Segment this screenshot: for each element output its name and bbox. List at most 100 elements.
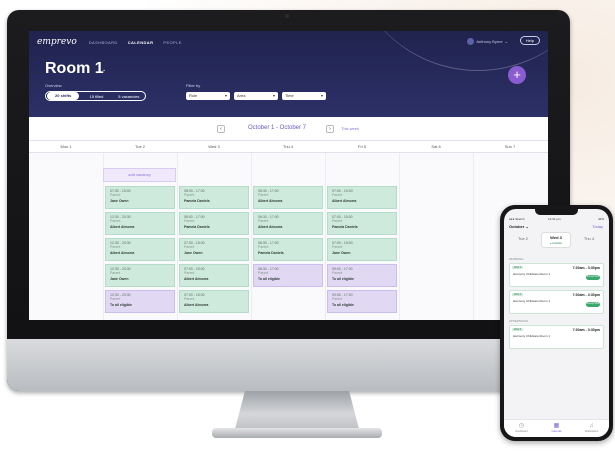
filled-shift-card[interactable]: 07:00 - 15:00 Parent Jane Owen <box>327 238 397 261</box>
shift-name: Pamela Daniels <box>332 224 358 229</box>
shift-name: Albert Almorra <box>258 224 283 229</box>
vacancy-shift-card[interactable]: 09:00 - 17:00 Parent To all eligible <box>327 264 397 287</box>
page-title[interactable]: Room 1 <box>45 60 104 78</box>
filter-area-select[interactable]: Area ▾ <box>234 92 278 100</box>
header-banner: emprevo DASHBOARD CALENDAR PEOPLE Anthon… <box>29 31 548 117</box>
phone-tab-dashboard[interactable]: ◷ Dashboard <box>504 420 539 437</box>
filled-shift-card[interactable]: 12:30 - 20:30 Parent Albert Almorra <box>105 238 175 261</box>
vacancy-shift-card[interactable]: 06:30 - 17:00 Parent To all eligible <box>253 264 323 287</box>
shift-role: Parent <box>184 193 195 198</box>
accept-shift-button[interactable]: Accept Shift <box>586 275 600 280</box>
phone-day-tab-selected[interactable]: Wed 3 <box>541 232 571 248</box>
filled-shift-card[interactable]: 07:00 - 15:00 Parent Pamela Daniels <box>327 212 397 235</box>
phone-tab-notifications[interactable]: ♫ Notifications <box>574 420 609 437</box>
phone-day-tab[interactable]: Thu 4 <box>574 236 604 241</box>
shift-role: Parent <box>184 245 195 250</box>
prev-week-button[interactable]: ‹ <box>217 125 225 133</box>
shift-name: Pamela Daniels <box>184 198 210 203</box>
phone-tab-calendar[interactable]: ▦ Calendar <box>539 420 574 437</box>
overview-tab-filled[interactable]: 15 filled <box>80 94 112 99</box>
monitor-stand <box>235 391 359 429</box>
user-name: Anthony Byrne <box>476 39 503 44</box>
chevron-down-icon: ⌄ <box>504 39 508 44</box>
column-divider <box>177 153 178 320</box>
filled-shift-card[interactable]: 07:00 - 15:00 Parent Albert Almorra <box>327 186 397 209</box>
dashboard-icon: ◷ <box>518 423 525 429</box>
shift-role: Parent <box>110 297 121 302</box>
filter-time-select[interactable]: Time ▾ <box>282 92 326 100</box>
filled-shift-card[interactable]: 12:30 - 20:30 Parent Albert Almorra <box>105 212 175 235</box>
shift-name: To all eligible <box>110 302 132 307</box>
phone-today-link[interactable]: Today <box>592 224 603 229</box>
filter-label: Filter by <box>186 83 201 88</box>
filled-shift-card[interactable]: 07:00 - 15:00 Parent Albert Almorra <box>179 290 249 313</box>
monitor-screen: emprevo DASHBOARD CALENDAR PEOPLE Anthon… <box>29 31 548 320</box>
shift-name: Albert Almorra <box>332 198 357 203</box>
overview-tab-vacancies[interactable]: 5 vacancies <box>113 94 145 99</box>
nav-dashboard[interactable]: DASHBOARD <box>89 40 118 45</box>
filled-shift-card[interactable]: 06:30 - 17:00 Parent Albert Almorra <box>253 212 323 235</box>
phone-card-place: Harmony Childcare Room 1 <box>513 299 551 303</box>
shift-name: Albert Almorra <box>110 224 135 229</box>
filled-shift-card[interactable]: 08:00 - 17:00 Parent Pamela Daniels <box>179 212 249 235</box>
this-week-link[interactable]: This week <box>341 126 359 131</box>
phone-month-select[interactable]: October ⌄ <box>509 224 529 229</box>
next-week-button[interactable]: › <box>326 125 334 133</box>
accept-shift-button[interactable]: Accept Shift <box>586 302 600 307</box>
phone-shift-card[interactable]: Wed 3 7:30am - 3:30pm Harmony Childcare … <box>509 263 604 287</box>
filled-shift-card[interactable]: 06:30 - 17:00 Parent Albert Almorra <box>253 186 323 209</box>
top-navigation: emprevo DASHBOARD CALENDAR PEOPLE <box>37 37 182 47</box>
phone-card-time: 7:30am - 3:30pm <box>572 328 600 332</box>
filled-shift-card[interactable]: 06:30 - 17:00 Parent Pamela Daniels <box>253 238 323 261</box>
shift-role: Parent <box>258 219 269 224</box>
shift-name: Pamela Daniels <box>258 250 284 255</box>
add-shift-button[interactable]: + <box>508 66 526 84</box>
nav-calendar[interactable]: CALENDAR <box>128 40 154 45</box>
bell-icon: ♫ <box>589 423 594 429</box>
filled-shift-card[interactable]: 12:30 - 20:30 Parent Jane Owen <box>105 264 175 287</box>
filled-shift-card[interactable]: 07:00 - 15:00 Parent Albert Almorra <box>179 264 249 287</box>
filled-shift-card[interactable]: 07:30 - 15:00 Parent Jane Owen <box>105 186 175 209</box>
add-vacancy-button[interactable]: add vacancy <box>103 168 176 182</box>
chevron-down-icon: ▾ <box>272 93 275 98</box>
overview-tab-shifts[interactable]: 20 shifts <box>47 92 80 100</box>
filter-role-value: Role <box>189 93 198 98</box>
day-header: Wed 3 <box>208 144 220 149</box>
filter-role-select[interactable]: Role ▾ <box>186 92 230 100</box>
week-range-label: October 1 - October 7 <box>247 125 307 131</box>
filter-time-value: Time <box>285 93 294 98</box>
vacancy-shift-card[interactable]: 12:30 - 20:30 Parent To all eligible <box>105 290 175 313</box>
column-divider <box>399 153 400 320</box>
app-logo[interactable]: emprevo <box>37 37 77 47</box>
shift-name: Jane Owen <box>184 250 203 255</box>
shift-role: Parent <box>332 297 343 302</box>
filled-shift-card[interactable]: 07:00 - 15:00 Parent Jane Owen <box>179 238 249 261</box>
user-menu[interactable]: Anthony Byrne ⌄ <box>467 38 508 45</box>
phone-card-tag: Wed 3 <box>512 293 524 296</box>
room-chevron-down-icon[interactable]: ⌄ <box>102 67 106 73</box>
phone-shift-card[interactable]: Wed 3 7:30am - 3:30pm Harmony Childcare … <box>509 290 604 314</box>
phone-shift-card[interactable]: Wed 3 7:30am - 3:30pm Harmony Childcare … <box>509 325 604 349</box>
phone-card-place: Harmony Childcare Room 1 <box>513 334 551 338</box>
shift-name: Albert Almorra <box>184 302 209 307</box>
phone-tab-label: Notifications <box>584 430 599 433</box>
calendar-icon: ▦ <box>553 423 560 429</box>
shift-name: Albert Almorra <box>184 276 209 281</box>
shift-role: Parent <box>258 193 269 198</box>
nav-people[interactable]: PEOPLE <box>163 40 181 45</box>
shift-name: Albert Almorra <box>258 198 283 203</box>
camera-dot <box>285 14 289 18</box>
day-header: Mon 1 <box>60 144 72 149</box>
phone-day-tab[interactable]: Tue 2 <box>508 236 538 241</box>
help-button[interactable]: Help <box>519 36 540 45</box>
filled-shift-card[interactable]: 08:00 - 17:00 Parent Pamela Daniels <box>179 186 249 209</box>
chevron-down-icon: ▾ <box>320 93 323 98</box>
vacancy-shift-card[interactable]: 09:00 - 17:00 Parent To all eligible <box>327 290 397 313</box>
phone-tab-label: Dashboard <box>515 430 528 433</box>
shift-role: Parent <box>110 245 121 250</box>
phone-battery: 42% <box>597 217 604 221</box>
monitor-stand-base <box>212 428 382 438</box>
shift-role: Parent <box>184 271 195 276</box>
phone-card-place: Harmony Childcare Room 1 <box>513 272 551 276</box>
column-divider <box>473 153 474 320</box>
